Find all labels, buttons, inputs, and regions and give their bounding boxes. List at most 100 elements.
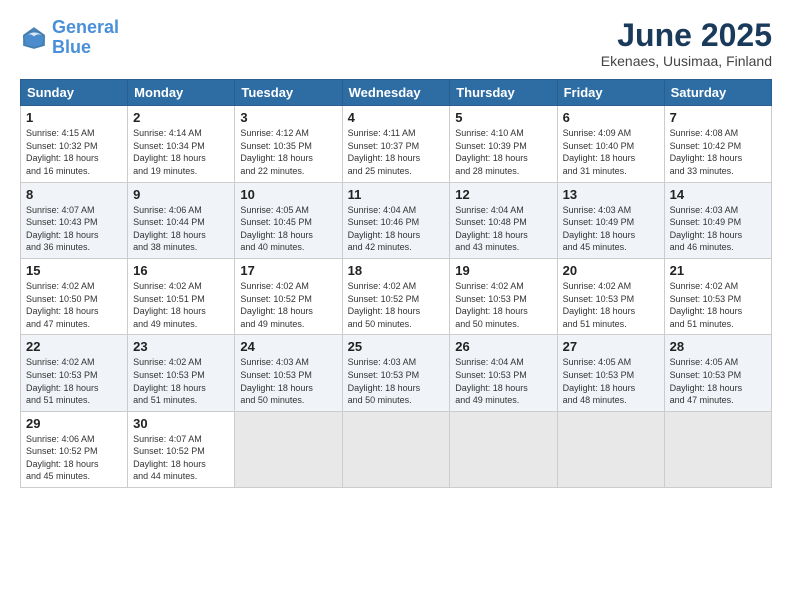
table-row: 28 Sunrise: 4:05 AMSunset: 10:53 PMDaylig… [664, 335, 771, 411]
table-row: 27 Sunrise: 4:05 AMSunset: 10:53 PMDaylig… [557, 335, 664, 411]
day-info: Sunrise: 4:11 AMSunset: 10:37 PMDaylight… [348, 128, 421, 176]
table-row [450, 411, 557, 487]
table-row: 25Sunrise: 4:03 AMSunset: 10:53 PMDaylig… [342, 335, 450, 411]
day-info: Sunrise: 4:10 AMSunset: 10:39 PMDaylight… [455, 128, 528, 176]
table-row: 6 Sunrise: 4:09 AMSunset: 10:40 PMDayligh… [557, 106, 664, 182]
table-row: 5 Sunrise: 4:10 AMSunset: 10:39 PMDayligh… [450, 106, 557, 182]
col-tuesday: Tuesday [235, 80, 342, 106]
table-row: 21Sunrise: 4:02 AMSunset: 10:53 PMDaylig… [664, 258, 771, 334]
day-info: Sunrise: 4:09 AMSunset: 10:40 PMDaylight… [563, 128, 636, 176]
table-row: 2 Sunrise: 4:14 AMSunset: 10:34 PMDayligh… [128, 106, 235, 182]
day-info: Sunrise: 4:03 AMSunset: 10:53 PMDaylight… [240, 357, 313, 405]
day-number: 4 [348, 110, 445, 125]
page: General Blue June 2025 Ekenaes, Uusimaa,… [0, 0, 792, 612]
day-number: 10 [240, 187, 336, 202]
month-title: June 2025 [601, 18, 772, 53]
day-number: 26 [455, 339, 551, 354]
day-info: Sunrise: 4:02 AMSunset: 10:50 PMDaylight… [26, 281, 99, 329]
calendar-header-row: Sunday Monday Tuesday Wednesday Thursday… [21, 80, 772, 106]
day-info: Sunrise: 4:05 AMSunset: 10:45 PMDaylight… [240, 205, 313, 253]
day-number: 14 [670, 187, 766, 202]
day-info: Sunrise: 4:02 AMSunset: 10:53 PMDaylight… [133, 357, 206, 405]
day-number: 11 [348, 187, 445, 202]
day-info: Sunrise: 4:12 AMSunset: 10:35 PMDaylight… [240, 128, 313, 176]
col-thursday: Thursday [450, 80, 557, 106]
table-row: 22Sunrise: 4:02 AMSunset: 10:53 PMDaylig… [21, 335, 128, 411]
logo-blue: Blue [52, 38, 119, 58]
day-number: 21 [670, 263, 766, 278]
table-row: 7 Sunrise: 4:08 AMSunset: 10:42 PMDayligh… [664, 106, 771, 182]
table-row: 23 Sunrise: 4:02 AMSunset: 10:53 PMDaylig… [128, 335, 235, 411]
day-info: Sunrise: 4:03 AMSunset: 10:53 PMDaylight… [348, 357, 421, 405]
day-info: Sunrise: 4:14 AMSunset: 10:34 PMDaylight… [133, 128, 206, 176]
table-row: 3Sunrise: 4:12 AMSunset: 10:35 PMDayligh… [235, 106, 342, 182]
table-row: 9Sunrise: 4:06 AMSunset: 10:44 PMDayligh… [128, 182, 235, 258]
table-row: 19 Sunrise: 4:02 AMSunset: 10:53 PMDaylig… [450, 258, 557, 334]
day-number: 20 [563, 263, 659, 278]
table-row: 12Sunrise: 4:04 AMSunset: 10:48 PMDaylig… [450, 182, 557, 258]
day-info: Sunrise: 4:03 AMSunset: 10:49 PMDaylight… [670, 205, 743, 253]
table-row: 13Sunrise: 4:03 AMSunset: 10:49 PMDaylig… [557, 182, 664, 258]
title-block: June 2025 Ekenaes, Uusimaa, Finland [601, 18, 772, 69]
day-info: Sunrise: 4:03 AMSunset: 10:49 PMDaylight… [563, 205, 636, 253]
day-number: 15 [26, 263, 122, 278]
table-row: 29 Sunrise: 4:06 AMSunset: 10:52 PMDaylig… [21, 411, 128, 487]
day-number: 29 [26, 416, 122, 431]
table-row: 18Sunrise: 4:02 AMSunset: 10:52 PMDaylig… [342, 258, 450, 334]
table-row [664, 411, 771, 487]
day-number: 5 [455, 110, 551, 125]
day-number: 7 [670, 110, 766, 125]
day-number: 9 [133, 187, 229, 202]
table-row [557, 411, 664, 487]
table-row: 8 Sunrise: 4:07 AMSunset: 10:43 PMDayligh… [21, 182, 128, 258]
calendar-week-3: 15 Sunrise: 4:02 AMSunset: 10:50 PMDaylig… [21, 258, 772, 334]
day-info: Sunrise: 4:15 AMSunset: 10:32 PMDaylight… [26, 128, 99, 176]
logo-general: General [52, 17, 119, 37]
table-row: 26Sunrise: 4:04 AMSunset: 10:53 PMDaylig… [450, 335, 557, 411]
table-row: 4 Sunrise: 4:11 AMSunset: 10:37 PMDayligh… [342, 106, 450, 182]
day-number: 17 [240, 263, 336, 278]
col-saturday: Saturday [664, 80, 771, 106]
table-row: 16Sunrise: 4:02 AMSunset: 10:51 PMDaylig… [128, 258, 235, 334]
table-row: 1Sunrise: 4:15 AMSunset: 10:32 PMDayligh… [21, 106, 128, 182]
calendar-week-1: 1Sunrise: 4:15 AMSunset: 10:32 PMDayligh… [21, 106, 772, 182]
day-number: 8 [26, 187, 122, 202]
day-number: 19 [455, 263, 551, 278]
day-number: 30 [133, 416, 229, 431]
logo-text: General Blue [52, 18, 119, 58]
day-info: Sunrise: 4:04 AMSunset: 10:46 PMDaylight… [348, 205, 421, 253]
col-friday: Friday [557, 80, 664, 106]
day-info: Sunrise: 4:07 AMSunset: 10:52 PMDaylight… [133, 434, 206, 482]
location: Ekenaes, Uusimaa, Finland [601, 53, 772, 69]
day-info: Sunrise: 4:02 AMSunset: 10:53 PMDaylight… [26, 357, 99, 405]
day-info: Sunrise: 4:08 AMSunset: 10:42 PMDaylight… [670, 128, 743, 176]
day-number: 18 [348, 263, 445, 278]
table-row: 11 Sunrise: 4:04 AMSunset: 10:46 PMDaylig… [342, 182, 450, 258]
calendar-week-4: 22Sunrise: 4:02 AMSunset: 10:53 PMDaylig… [21, 335, 772, 411]
day-number: 27 [563, 339, 659, 354]
table-row [235, 411, 342, 487]
table-row: 15 Sunrise: 4:02 AMSunset: 10:50 PMDaylig… [21, 258, 128, 334]
day-info: Sunrise: 4:02 AMSunset: 10:53 PMDaylight… [563, 281, 636, 329]
day-number: 28 [670, 339, 766, 354]
day-info: Sunrise: 4:07 AMSunset: 10:43 PMDaylight… [26, 205, 99, 253]
calendar-week-2: 8 Sunrise: 4:07 AMSunset: 10:43 PMDayligh… [21, 182, 772, 258]
day-number: 23 [133, 339, 229, 354]
calendar: Sunday Monday Tuesday Wednesday Thursday… [20, 79, 772, 488]
day-info: Sunrise: 4:02 AMSunset: 10:51 PMDaylight… [133, 281, 206, 329]
table-row: 20 Sunrise: 4:02 AMSunset: 10:53 PMDaylig… [557, 258, 664, 334]
day-info: Sunrise: 4:04 AMSunset: 10:48 PMDaylight… [455, 205, 528, 253]
col-sunday: Sunday [21, 80, 128, 106]
day-number: 2 [133, 110, 229, 125]
day-info: Sunrise: 4:05 AMSunset: 10:53 PMDaylight… [563, 357, 636, 405]
table-row: 24 Sunrise: 4:03 AMSunset: 10:53 PMDaylig… [235, 335, 342, 411]
logo-icon [20, 24, 48, 52]
day-info: Sunrise: 4:02 AMSunset: 10:53 PMDaylight… [455, 281, 528, 329]
day-info: Sunrise: 4:06 AMSunset: 10:52 PMDaylight… [26, 434, 99, 482]
day-number: 24 [240, 339, 336, 354]
col-wednesday: Wednesday [342, 80, 450, 106]
day-info: Sunrise: 4:02 AMSunset: 10:52 PMDaylight… [240, 281, 313, 329]
day-info: Sunrise: 4:05 AMSunset: 10:53 PMDaylight… [670, 357, 743, 405]
day-number: 6 [563, 110, 659, 125]
table-row: 17 Sunrise: 4:02 AMSunset: 10:52 PMDaylig… [235, 258, 342, 334]
